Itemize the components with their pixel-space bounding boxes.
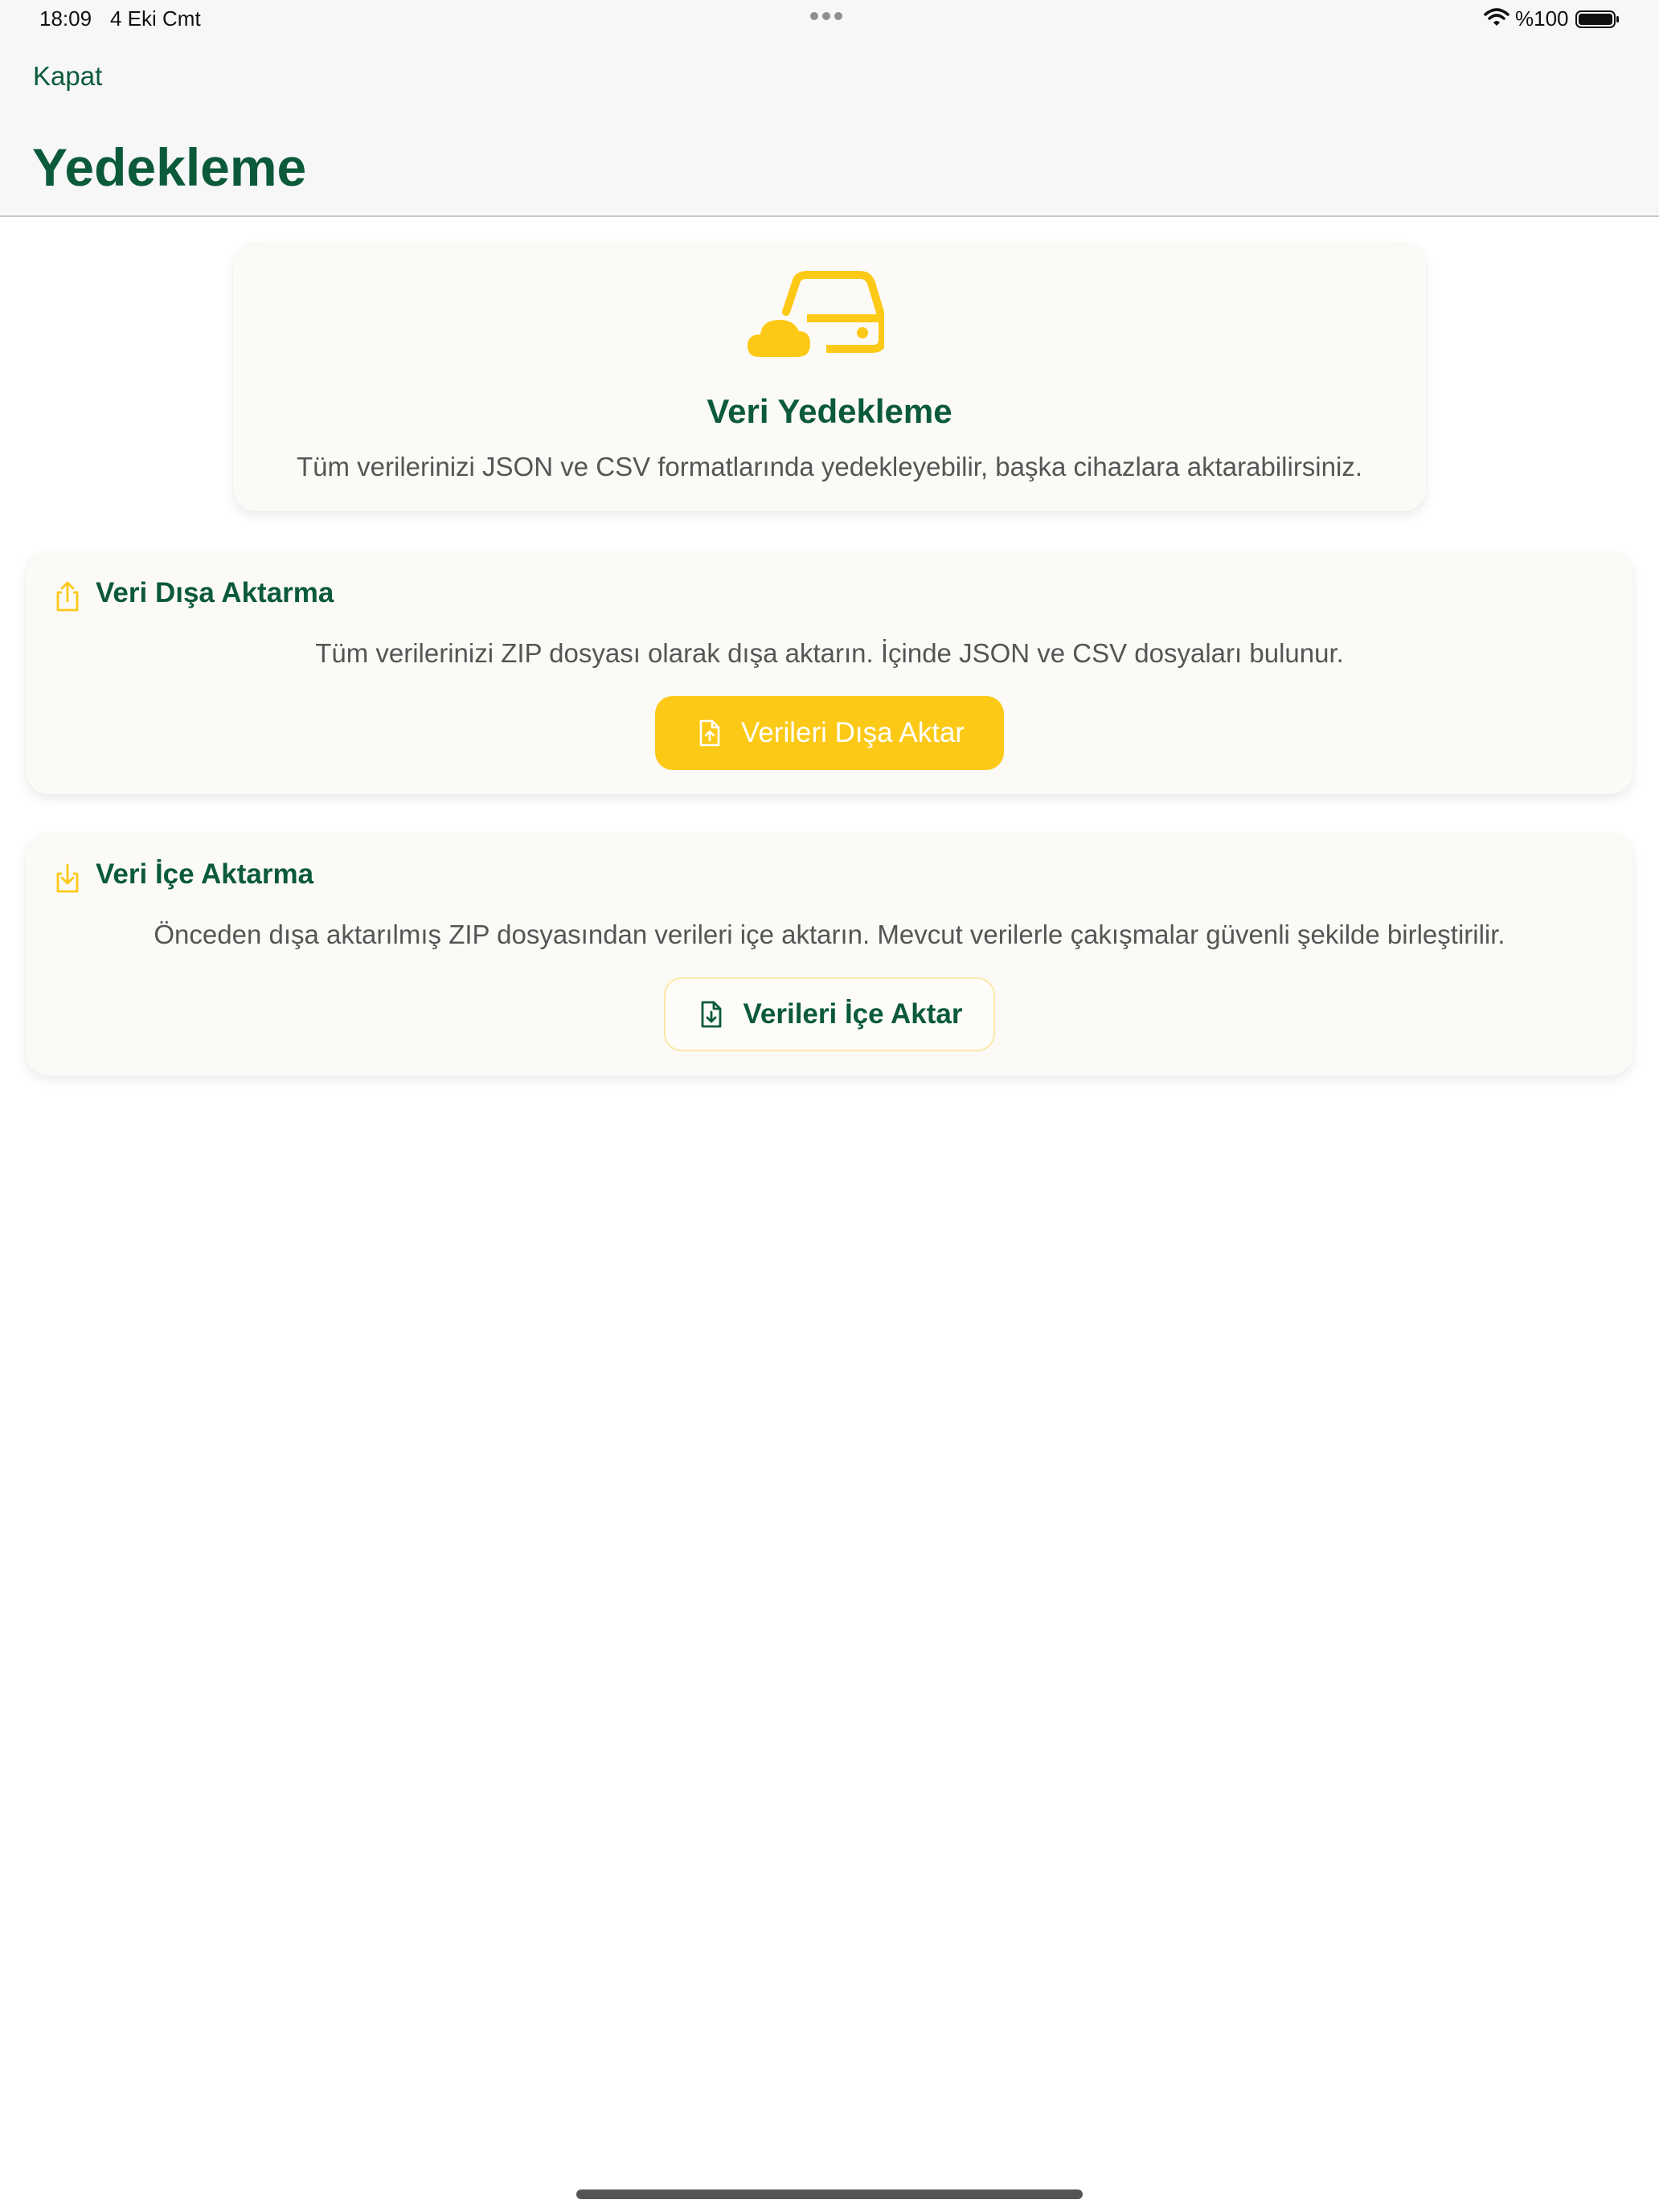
import-data-button[interactable]: Verileri İçe Aktar bbox=[664, 977, 995, 1051]
export-card: Veri Dışa Aktarma Tüm verilerinizi ZIP d… bbox=[26, 551, 1633, 794]
export-title: Veri Dışa Aktarma bbox=[96, 577, 334, 608]
document-download-icon bbox=[702, 1001, 722, 1028]
battery-percentage: %100 bbox=[1515, 6, 1569, 31]
import-card: Veri İçe Aktarma Önceden dışa aktarılmış… bbox=[26, 833, 1633, 1075]
hero-title: Veri Yedekleme bbox=[707, 392, 952, 430]
hero-description: Tüm verilerinizi JSON ve CSV formatların… bbox=[297, 452, 1362, 481]
page-title: Yedekleme bbox=[32, 137, 307, 197]
tray-download-icon bbox=[56, 863, 79, 893]
status-date: 4 Eki Cmt bbox=[110, 6, 201, 31]
import-button-label: Verileri İçe Aktar bbox=[743, 998, 963, 1030]
multitasking-dots-icon[interactable] bbox=[810, 10, 849, 26]
status-time: 18:09 bbox=[39, 6, 92, 31]
export-description: Tüm verilerinizi ZIP dosyası olarak dışa… bbox=[315, 638, 1344, 668]
wifi-icon bbox=[1484, 8, 1509, 26]
import-description: Önceden dışa aktarılmış ZIP dosyasından … bbox=[154, 920, 1505, 949]
home-indicator[interactable] bbox=[576, 2189, 1083, 2199]
backup-info-card: Veri Yedekleme Tüm verilerinizi JSON ve … bbox=[233, 243, 1426, 511]
export-button-label: Verileri Dışa Aktar bbox=[740, 717, 965, 748]
close-button[interactable]: Kapat bbox=[33, 61, 102, 92]
share-upload-icon bbox=[56, 581, 79, 612]
cloud-drive-icon bbox=[748, 271, 884, 357]
export-data-button[interactable]: Verileri Dışa Aktar bbox=[655, 696, 1004, 770]
battery-icon bbox=[1575, 10, 1619, 28]
import-title: Veri İçe Aktarma bbox=[96, 858, 314, 890]
navigation-header: Kapat Yedekleme bbox=[0, 39, 1659, 217]
status-bar: 18:09 4 Eki Cmt %100 bbox=[0, 0, 1659, 39]
document-upload-icon bbox=[699, 719, 720, 747]
